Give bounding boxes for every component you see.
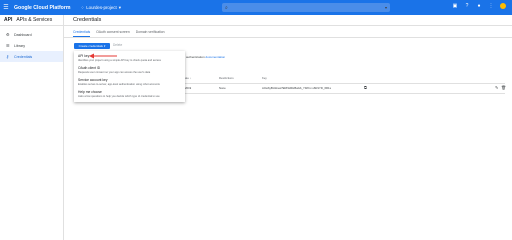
- delete-icon[interactable]: 🗑: [501, 85, 506, 90]
- project-selector[interactable]: ⁘ Lourdes-project ▾: [81, 5, 121, 11]
- tab-bar: Credentials OAuth consent screen Domain …: [73, 30, 165, 37]
- bell-icon[interactable]: ●: [476, 3, 482, 9]
- delete-label: Delete: [113, 43, 123, 47]
- sidebar-item-label: Credentials: [14, 54, 33, 59]
- cell-key: AIzaSyBUdsvw7ERI9cRHBaGb_Y9rKrv-x6R1YD_6…: [262, 86, 332, 90]
- sidebar-item-label: Dashboard: [14, 32, 32, 37]
- col-key: Key: [262, 76, 267, 80]
- create-credentials-button[interactable]: Create credentials ▾: [74, 43, 110, 49]
- search-input[interactable]: ⌕ ▾: [222, 3, 390, 12]
- documentation-text: authentication documentation: [186, 55, 225, 59]
- page-title: Credentials: [73, 17, 102, 23]
- menu-item-title: Help me choose: [78, 90, 102, 94]
- library-icon: ☰: [6, 43, 10, 48]
- menu-item-desc: Asks a few questions to help you decide …: [78, 95, 160, 98]
- chevron-down-icon: ▾: [118, 4, 121, 10]
- sidebar-item-credentials[interactable]: ⚷ Credentials: [0, 51, 63, 62]
- side-nav: API APIs & Services ⚙ Dashboard ☰ Librar…: [0, 15, 64, 240]
- api-badge: API: [4, 17, 13, 23]
- documentation-link[interactable]: documentation: [206, 55, 226, 59]
- menu-item-title: OAuth client ID: [78, 66, 101, 70]
- create-credentials-label: Create credentials: [78, 44, 103, 48]
- table-header: ate ↓ Restrictions Key: [185, 76, 505, 82]
- menu-item-desc: Identifies your project using a simple A…: [78, 59, 161, 62]
- chevron-down-icon: ▾: [103, 44, 106, 48]
- doc-prefix: authentication: [186, 55, 205, 59]
- sidebar-item-dashboard[interactable]: ⚙ Dashboard: [0, 29, 63, 40]
- help-icon[interactable]: ?: [464, 3, 470, 9]
- gift-icon[interactable]: ▣: [452, 3, 458, 9]
- sidebar-item-library[interactable]: ☰ Library: [0, 40, 63, 51]
- project-name: Lourdes-project: [86, 5, 117, 10]
- sidenav-header: API APIs & Services: [0, 15, 63, 26]
- sort-arrow-icon[interactable]: ↓: [190, 76, 191, 80]
- col-restrictions: Restrictions: [219, 76, 234, 80]
- sidebar-item-label: Library: [14, 43, 25, 48]
- menu-item-oauth-client-id[interactable]: OAuth client ID Requests user consent so…: [74, 65, 185, 77]
- menu-item-service-account-key[interactable]: Service account key Enables server-to-se…: [74, 77, 185, 89]
- menu-item-desc: Enables server-to-server, app-level auth…: [78, 83, 160, 86]
- tab-domain-verification[interactable]: Domain verification: [136, 30, 165, 37]
- search-icon: ⌕: [225, 4, 228, 11]
- cell-restrictions: None: [219, 86, 226, 90]
- menu-item-help-me-choose[interactable]: Help me choose Asks a few questions to h…: [74, 89, 185, 101]
- more-icon[interactable]: ⋮: [488, 3, 494, 9]
- table-row: 2019 None AIzaSyBUdsvw7ERI9cRHBaGb_Y9rKr…: [185, 84, 506, 92]
- table-divider: [185, 93, 505, 94]
- menu-item-desc: Requests user consent so your app can ac…: [78, 71, 151, 74]
- annotation-arrow-icon: [89, 53, 117, 59]
- dashboard-icon: ⚙: [6, 32, 10, 37]
- menu-item-title: Service account key: [78, 78, 108, 82]
- copy-icon[interactable]: ⧉: [364, 85, 367, 90]
- tab-divider: [64, 37, 512, 38]
- chevron-down-icon: ▾: [384, 5, 387, 10]
- key-icon: ⚷: [6, 54, 9, 59]
- brand-title[interactable]: Google Cloud Platform: [14, 5, 71, 11]
- tab-oauth-consent[interactable]: OAuth consent screen: [96, 30, 130, 37]
- top-icons: ▣ ? ● ⋮: [452, 3, 506, 9]
- edit-icon[interactable]: ✎: [495, 85, 498, 90]
- col-creation-date[interactable]: ate: [185, 76, 189, 80]
- cell-date: 2019: [185, 86, 192, 90]
- sidenav-title: APIs & Services: [16, 17, 53, 23]
- delete-button[interactable]: Delete: [113, 43, 122, 47]
- hamburger-menu-icon[interactable]: ☰: [0, 4, 12, 11]
- avatar[interactable]: [500, 3, 506, 9]
- project-dots-icon: ⁘: [80, 4, 85, 10]
- page-header: Credentials: [64, 15, 512, 26]
- tab-credentials[interactable]: Credentials: [73, 30, 91, 37]
